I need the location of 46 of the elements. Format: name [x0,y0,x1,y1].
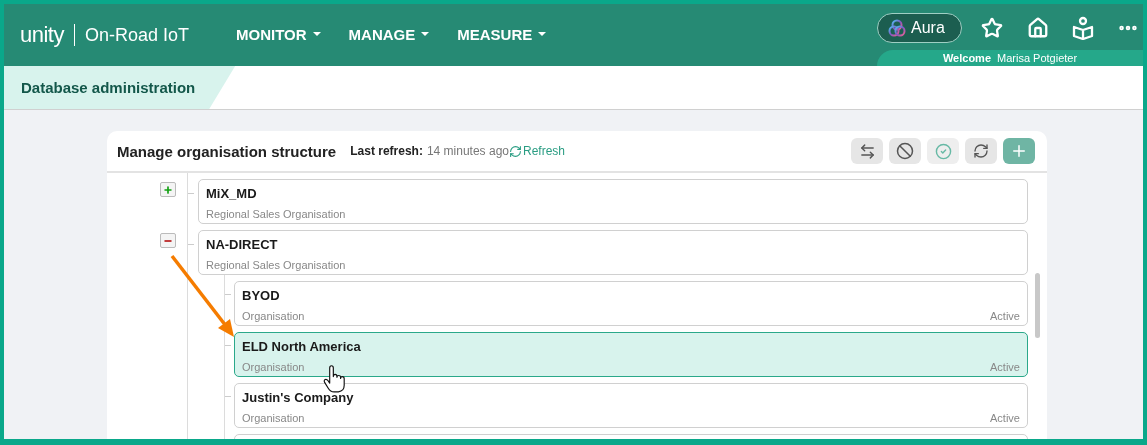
swap-icon[interactable] [851,138,883,164]
caret-icon [312,32,321,36]
status-label: Active [990,310,1020,322]
caret-icon [421,32,430,36]
welcome-label: Welcome [942,52,991,64]
organisation-card[interactable]: BYOD Organisation Active [234,281,1028,326]
rings-icon [888,19,906,37]
organisation-name: MiX_MD [206,185,258,203]
user-name: Marisa Potgieter [997,52,1078,64]
organisation-card[interactable]: ELD North America Organisation Active [234,332,1028,377]
check-icon[interactable] [927,138,959,164]
organisation-type: Organisation [242,412,305,424]
organisation-name: Justin's Company [242,389,355,407]
status-label: Active [990,361,1020,373]
refresh-link[interactable]: Refresh [509,144,565,158]
nav-menu[interactable]: MANAGE [348,25,430,43]
add-icon[interactable] [1003,138,1035,164]
aura-button[interactable]: Aura [877,13,962,43]
nav-menu[interactable]: MONITOR [236,25,321,43]
organisation-name: BYOD [242,287,281,305]
hand-cursor-icon [323,365,345,393]
organisation-name: ELD North America [242,338,362,356]
sync-icon[interactable] [965,138,997,164]
organisation-type: Organisation [242,310,305,322]
organisation-card[interactable]: MiX_MD Regional Sales Organisation [198,179,1028,224]
caret-icon [538,32,547,36]
scrollbar-thumb[interactable] [1035,273,1040,338]
nav-menu[interactable]: MEASURE [457,25,547,43]
breadcrumb-tab[interactable]: Database administration [4,66,236,109]
logo: unity [20,24,75,46]
organisation-card[interactable]: Justin's Company Organisation Active [234,383,1028,428]
plus-icon [163,184,173,195]
organisation-type: Regional Sales Organisation [206,208,346,220]
organisation-type: Organisation [242,361,305,373]
organisation-type: Regional Sales Organisation [206,259,346,271]
status-label: Active [990,412,1020,424]
product-name: On-Road IoT [85,24,190,46]
refresh-age: 14 minutes ago [426,144,509,158]
expand-toggle[interactable] [160,182,176,197]
expand-toggle[interactable] [160,233,176,248]
refresh-label: Last refresh: [350,144,423,158]
block-icon[interactable] [889,138,921,164]
organisation-name: NA-DIRECT [206,236,279,254]
refresh-icon [509,144,522,158]
panel-title: Manage organisation structure [117,142,337,160]
organisation-card[interactable]: NA-DIRECT Regional Sales Organisation [198,230,1028,275]
